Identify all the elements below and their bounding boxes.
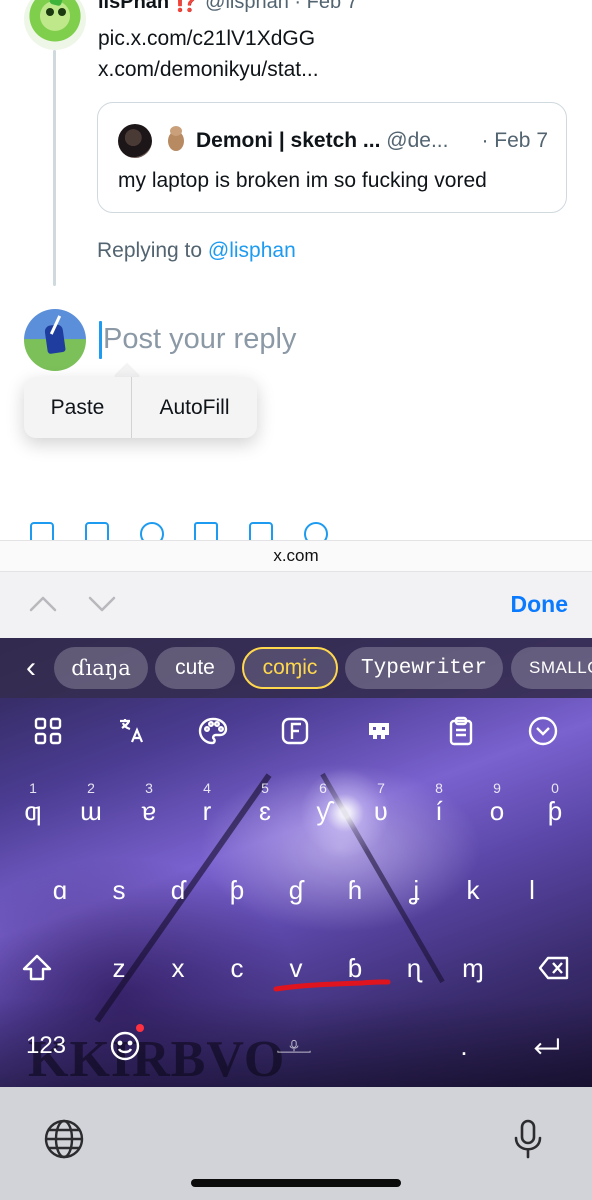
form-accessory-bar: Done: [0, 572, 592, 638]
reply-thread: lisPhan ⁉️ @lisphan · Feb 7 pic.x.com/c2…: [0, 0, 592, 540]
quote-date: · Feb 7: [481, 129, 548, 152]
poll-icon[interactable]: [194, 522, 218, 540]
tweet-link-pic[interactable]: pic.x.com/c21lV1XdGG: [98, 26, 315, 52]
key-q[interactable]: 1ƣ: [10, 780, 56, 836]
font-chip-smallcaps[interactable]: SMALLC: [511, 647, 592, 689]
reply-input[interactable]: [103, 318, 523, 360]
globe-icon[interactable]: [42, 1117, 86, 1161]
otter-emoji-icon: [160, 125, 190, 155]
microphone-icon[interactable]: [506, 1117, 550, 1161]
palette-icon[interactable]: [196, 714, 230, 748]
font-chip-diana[interactable]: ɗıaŋa: [54, 647, 148, 689]
grid-icon[interactable]: [31, 714, 65, 748]
collapse-icon[interactable]: [526, 714, 560, 748]
translate-icon[interactable]: [114, 714, 148, 748]
quote-text: my laptop is broken im so fucking vored: [118, 169, 487, 192]
keyboard-system-bar: [0, 1087, 592, 1200]
location-icon[interactable]: [304, 522, 328, 540]
key-t[interactable]: 5ɛ: [242, 780, 288, 836]
quote-header: Demoni | sketch ... @de...: [196, 128, 448, 154]
key-f[interactable]: ƥ: [214, 862, 260, 918]
done-button[interactable]: Done: [511, 591, 569, 618]
keyboard-toolbar: [0, 708, 592, 754]
author-avatar[interactable]: [24, 0, 86, 50]
url-text: x.com: [273, 546, 319, 565]
quote-author-avatar: [118, 124, 152, 158]
clipboard-icon[interactable]: [444, 714, 478, 748]
key-j[interactable]: ʝ: [391, 862, 437, 918]
browser-address-bar[interactable]: x.com: [0, 540, 592, 572]
paste-menu-item[interactable]: Paste: [24, 377, 131, 438]
key-h[interactable]: ɦ: [332, 862, 378, 918]
key-n[interactable]: ɳ: [391, 940, 437, 996]
text-caret: [99, 321, 102, 359]
key-e[interactable]: 3ɐ: [126, 780, 172, 836]
replying-handle-link[interactable]: @lisphan: [208, 239, 296, 262]
return-key[interactable]: [520, 1018, 572, 1074]
autofill-menu-item[interactable]: AutoFill: [132, 377, 257, 438]
tweet-header: lisPhan ⁉️ @lisphan · Feb 7: [98, 0, 358, 14]
key-p[interactable]: 0ƥ: [532, 780, 578, 836]
gif-icon[interactable]: [85, 522, 109, 540]
key-u[interactable]: 7ʋ: [358, 780, 404, 836]
font-chip-comic-selected[interactable]: coɱic: [242, 647, 338, 689]
key-a[interactable]: ɑ: [37, 862, 83, 918]
key-z[interactable]: z: [96, 940, 142, 996]
edit-context-menu: Paste AutoFill: [24, 377, 257, 438]
quote-author-handle: @de...: [386, 129, 449, 152]
grok-icon[interactable]: [140, 522, 164, 540]
notification-dot: [136, 1024, 144, 1032]
period-key[interactable]: .: [444, 1018, 484, 1074]
key-r[interactable]: 4r: [184, 780, 230, 836]
quote-tweet-card[interactable]: Demoni | sketch ... @de... · Feb 7 my la…: [97, 102, 567, 213]
home-indicator[interactable]: [191, 1179, 401, 1187]
key-y[interactable]: 6ƴ: [300, 780, 346, 836]
key-x[interactable]: x: [155, 940, 201, 996]
tweet-link-status[interactable]: x.com/demonikyu/stat...: [98, 57, 319, 83]
gamepad-icon[interactable]: [362, 714, 396, 748]
key-w[interactable]: 2ɯ: [68, 780, 114, 836]
author-meta: @lisphan · Feb 7: [205, 0, 358, 13]
key-i[interactable]: 8í: [416, 780, 462, 836]
key-c[interactable]: c: [214, 940, 260, 996]
key-o[interactable]: 9o: [474, 780, 520, 836]
schedule-icon[interactable]: [249, 522, 273, 540]
font-style-strip: ‹ ɗıaŋa cute coɱic Typewriter SMALLC: [0, 638, 592, 698]
space-key[interactable]: [255, 1018, 333, 1074]
author-name[interactable]: lisPhan: [98, 0, 169, 13]
key-l[interactable]: l: [509, 862, 555, 918]
font-chip-cute[interactable]: cute: [155, 647, 235, 689]
numbers-key[interactable]: 123: [14, 1018, 78, 1074]
chevron-up-icon[interactable]: [28, 592, 58, 616]
shift-key[interactable]: [12, 940, 62, 996]
delete-key[interactable]: [528, 940, 580, 996]
key-m[interactable]: ɱ: [450, 940, 496, 996]
font-chip-typewriter[interactable]: Typewriter: [345, 647, 503, 689]
font-icon[interactable]: [278, 714, 312, 748]
key-g[interactable]: ɠ: [273, 862, 319, 918]
quote-author-name: Demoni | sketch ...: [196, 129, 381, 152]
replying-to: Replying to @lisphan: [97, 238, 296, 264]
my-avatar: [24, 309, 86, 371]
composer-toolbar: [0, 518, 592, 540]
chevron-left-icon[interactable]: ‹: [18, 653, 44, 683]
media-icon[interactable]: [30, 522, 54, 540]
chevron-down-icon[interactable]: [87, 592, 117, 616]
author-emoji: ⁉️: [174, 0, 200, 13]
key-s[interactable]: s: [96, 862, 142, 918]
red-underline-annotation: [273, 979, 391, 992]
key-d[interactable]: ɗ: [155, 862, 201, 918]
thread-connector-line: [53, 50, 56, 286]
key-k[interactable]: k: [450, 862, 496, 918]
custom-keyboard: KKIRBVO ‹ ɗıaŋa cute coɱic Typewriter SM…: [0, 638, 592, 1087]
replying-prefix: Replying to: [97, 239, 208, 262]
